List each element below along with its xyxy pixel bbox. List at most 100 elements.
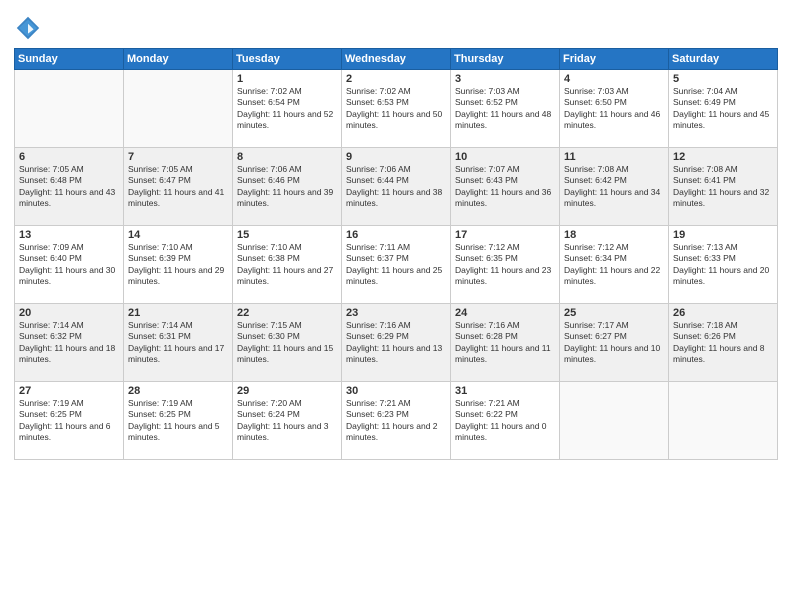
- col-header-saturday: Saturday: [669, 49, 778, 70]
- calendar-day-cell: 15Sunrise: 7:10 AM Sunset: 6:38 PM Dayli…: [233, 226, 342, 304]
- day-number: 10: [455, 151, 555, 163]
- col-header-thursday: Thursday: [451, 49, 560, 70]
- day-info: Sunrise: 7:17 AM Sunset: 6:27 PM Dayligh…: [564, 320, 664, 366]
- logo: [14, 14, 46, 42]
- day-number: 25: [564, 307, 664, 319]
- day-info: Sunrise: 7:08 AM Sunset: 6:42 PM Dayligh…: [564, 164, 664, 210]
- day-info: Sunrise: 7:06 AM Sunset: 6:46 PM Dayligh…: [237, 164, 337, 210]
- day-info: Sunrise: 7:14 AM Sunset: 6:32 PM Dayligh…: [19, 320, 119, 366]
- day-info: Sunrise: 7:11 AM Sunset: 6:37 PM Dayligh…: [346, 242, 446, 288]
- calendar-day-cell: 13Sunrise: 7:09 AM Sunset: 6:40 PM Dayli…: [15, 226, 124, 304]
- day-info: Sunrise: 7:05 AM Sunset: 6:47 PM Dayligh…: [128, 164, 228, 210]
- day-number: 27: [19, 385, 119, 397]
- day-info: Sunrise: 7:16 AM Sunset: 6:29 PM Dayligh…: [346, 320, 446, 366]
- calendar-day-cell: 16Sunrise: 7:11 AM Sunset: 6:37 PM Dayli…: [342, 226, 451, 304]
- day-info: Sunrise: 7:07 AM Sunset: 6:43 PM Dayligh…: [455, 164, 555, 210]
- col-header-sunday: Sunday: [15, 49, 124, 70]
- calendar-day-cell: 2Sunrise: 7:02 AM Sunset: 6:53 PM Daylig…: [342, 70, 451, 148]
- day-info: Sunrise: 7:16 AM Sunset: 6:28 PM Dayligh…: [455, 320, 555, 366]
- calendar-day-cell: 1Sunrise: 7:02 AM Sunset: 6:54 PM Daylig…: [233, 70, 342, 148]
- day-info: Sunrise: 7:03 AM Sunset: 6:52 PM Dayligh…: [455, 86, 555, 132]
- calendar-week-row: 6Sunrise: 7:05 AM Sunset: 6:48 PM Daylig…: [15, 148, 778, 226]
- calendar-day-cell: 27Sunrise: 7:19 AM Sunset: 6:25 PM Dayli…: [15, 382, 124, 460]
- header: [14, 10, 778, 42]
- day-info: Sunrise: 7:06 AM Sunset: 6:44 PM Dayligh…: [346, 164, 446, 210]
- day-number: 1: [237, 73, 337, 85]
- calendar-day-cell: 17Sunrise: 7:12 AM Sunset: 6:35 PM Dayli…: [451, 226, 560, 304]
- calendar-day-cell: 23Sunrise: 7:16 AM Sunset: 6:29 PM Dayli…: [342, 304, 451, 382]
- day-number: 21: [128, 307, 228, 319]
- day-number: 6: [19, 151, 119, 163]
- calendar-day-cell: 4Sunrise: 7:03 AM Sunset: 6:50 PM Daylig…: [560, 70, 669, 148]
- calendar-day-cell: [560, 382, 669, 460]
- calendar-day-cell: [15, 70, 124, 148]
- day-info: Sunrise: 7:02 AM Sunset: 6:53 PM Dayligh…: [346, 86, 446, 132]
- day-number: 4: [564, 73, 664, 85]
- day-number: 29: [237, 385, 337, 397]
- calendar-day-cell: 5Sunrise: 7:04 AM Sunset: 6:49 PM Daylig…: [669, 70, 778, 148]
- day-info: Sunrise: 7:21 AM Sunset: 6:22 PM Dayligh…: [455, 398, 555, 444]
- calendar-day-cell: [124, 70, 233, 148]
- col-header-monday: Monday: [124, 49, 233, 70]
- calendar-week-row: 27 Sunrise: 7:19 AM Sunset: 6:25 PM Dayli…: [15, 382, 778, 460]
- day-number: 9: [346, 151, 446, 163]
- day-number: 31: [455, 385, 555, 397]
- day-number: 15: [237, 229, 337, 241]
- calendar-week-row: 20Sunrise: 7:14 AM Sunset: 6:32 PM Dayli…: [15, 304, 778, 382]
- day-number: 16: [346, 229, 446, 241]
- day-info: Sunrise: 7:12 AM Sunset: 6:34 PM Dayligh…: [564, 242, 664, 288]
- day-info: Sunrise: 7:02 AM Sunset: 6:54 PM Dayligh…: [237, 86, 337, 132]
- day-number: 30: [346, 385, 446, 397]
- day-number: 17: [455, 229, 555, 241]
- day-info: Sunrise: 7:21 AM Sunset: 6:23 PM Dayligh…: [346, 398, 446, 444]
- day-number: 12: [673, 151, 773, 163]
- day-number: 20: [19, 307, 119, 319]
- day-info: Sunrise: 7:04 AM Sunset: 6:49 PM Dayligh…: [673, 86, 773, 132]
- day-info: Sunrise: 7:12 AM Sunset: 6:35 PM Dayligh…: [455, 242, 555, 288]
- calendar-day-cell: 19Sunrise: 7:13 AM Sunset: 6:33 PM Dayli…: [669, 226, 778, 304]
- calendar-day-cell: 28Sunrise: 7:19 AM Sunset: 6:25 PM Dayli…: [124, 382, 233, 460]
- day-number: 7: [128, 151, 228, 163]
- day-info: Sunrise: 7:19 AM Sunset: 6:25 PM Dayligh…: [128, 398, 228, 444]
- day-number: 13: [19, 229, 119, 241]
- calendar-day-cell: 22Sunrise: 7:15 AM Sunset: 6:30 PM Dayli…: [233, 304, 342, 382]
- calendar-header-row: SundayMondayTuesdayWednesdayThursdayFrid…: [15, 49, 778, 70]
- logo-icon: [14, 14, 42, 42]
- calendar-day-cell: 7Sunrise: 7:05 AM Sunset: 6:47 PM Daylig…: [124, 148, 233, 226]
- calendar-day-cell: 30Sunrise: 7:21 AM Sunset: 6:23 PM Dayli…: [342, 382, 451, 460]
- day-number: 24: [455, 307, 555, 319]
- calendar-day-cell: 6Sunrise: 7:05 AM Sunset: 6:48 PM Daylig…: [15, 148, 124, 226]
- calendar-day-cell: 21Sunrise: 7:14 AM Sunset: 6:31 PM Dayli…: [124, 304, 233, 382]
- calendar-day-cell: 9Sunrise: 7:06 AM Sunset: 6:44 PM Daylig…: [342, 148, 451, 226]
- calendar-day-cell: 24Sunrise: 7:16 AM Sunset: 6:28 PM Dayli…: [451, 304, 560, 382]
- calendar-day-cell: 11Sunrise: 7:08 AM Sunset: 6:42 PM Dayli…: [560, 148, 669, 226]
- day-info: Sunrise: 7:14 AM Sunset: 6:31 PM Dayligh…: [128, 320, 228, 366]
- calendar-day-cell: 31Sunrise: 7:21 AM Sunset: 6:22 PM Dayli…: [451, 382, 560, 460]
- col-header-friday: Friday: [560, 49, 669, 70]
- day-number: 3: [455, 73, 555, 85]
- day-number: 8: [237, 151, 337, 163]
- day-number: 19: [673, 229, 773, 241]
- day-number: 23: [346, 307, 446, 319]
- day-number: 28: [128, 385, 228, 397]
- day-info: Sunrise: 7:03 AM Sunset: 6:50 PM Dayligh…: [564, 86, 664, 132]
- day-info: Sunrise: 7:09 AM Sunset: 6:40 PM Dayligh…: [19, 242, 119, 288]
- calendar-table: SundayMondayTuesdayWednesdayThursdayFrid…: [14, 48, 778, 460]
- calendar-day-cell: [669, 382, 778, 460]
- day-info: Sunrise: 7:10 AM Sunset: 6:38 PM Dayligh…: [237, 242, 337, 288]
- day-number: 5: [673, 73, 773, 85]
- day-number: 22: [237, 307, 337, 319]
- day-number: 26: [673, 307, 773, 319]
- calendar-day-cell: 29Sunrise: 7:20 AM Sunset: 6:24 PM Dayli…: [233, 382, 342, 460]
- day-info: Sunrise: 7:10 AM Sunset: 6:39 PM Dayligh…: [128, 242, 228, 288]
- calendar-day-cell: 12Sunrise: 7:08 AM Sunset: 6:41 PM Dayli…: [669, 148, 778, 226]
- col-header-wednesday: Wednesday: [342, 49, 451, 70]
- calendar-day-cell: 10Sunrise: 7:07 AM Sunset: 6:43 PM Dayli…: [451, 148, 560, 226]
- calendar-day-cell: 26Sunrise: 7:18 AM Sunset: 6:26 PM Dayli…: [669, 304, 778, 382]
- day-info: Sunrise: 7:13 AM Sunset: 6:33 PM Dayligh…: [673, 242, 773, 288]
- calendar-day-cell: 20Sunrise: 7:14 AM Sunset: 6:32 PM Dayli…: [15, 304, 124, 382]
- col-header-tuesday: Tuesday: [233, 49, 342, 70]
- calendar-day-cell: 3Sunrise: 7:03 AM Sunset: 6:52 PM Daylig…: [451, 70, 560, 148]
- day-info: Sunrise: 7:08 AM Sunset: 6:41 PM Dayligh…: [673, 164, 773, 210]
- calendar-day-cell: 14Sunrise: 7:10 AM Sunset: 6:39 PM Dayli…: [124, 226, 233, 304]
